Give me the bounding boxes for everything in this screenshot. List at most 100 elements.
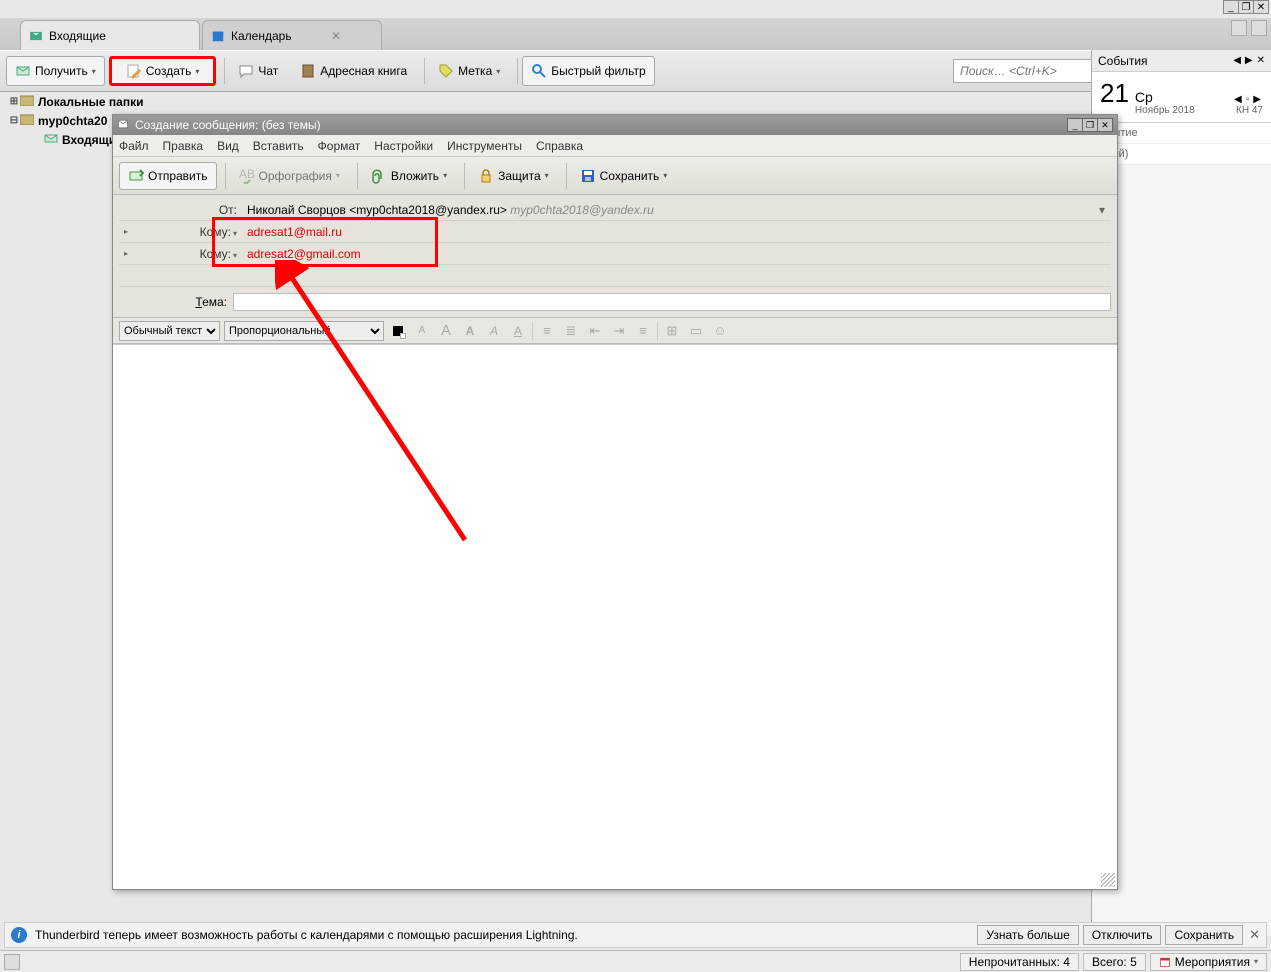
- status-bar: Непрочитанных: 4 Всего: 5 Мероприятия ▾: [0, 950, 1271, 972]
- expand-icon[interactable]: ⊞: [8, 96, 20, 107]
- tab-calendar[interactable]: Календарь ✕: [202, 20, 382, 50]
- collapse-icon[interactable]: ⊟: [8, 115, 20, 126]
- menu-options[interactable]: Настройки: [374, 139, 433, 153]
- align-icon[interactable]: ≡: [633, 321, 653, 341]
- compose-button[interactable]: Создать ▾: [109, 56, 217, 86]
- date-prev-icon[interactable]: ◀: [1234, 94, 1242, 105]
- date-today-icon[interactable]: ◦: [1246, 94, 1250, 105]
- close-button[interactable]: ✕: [1253, 0, 1269, 14]
- agenda-button[interactable]: Мероприятия ▾: [1150, 953, 1267, 971]
- from-label: От:: [133, 203, 243, 217]
- row-expander-icon[interactable]: ▸: [119, 227, 133, 236]
- compose-title-text: Создание сообщения: (без темы): [135, 118, 321, 132]
- menu-tools[interactable]: Инструменты: [447, 139, 522, 153]
- to-label[interactable]: Кому:▾: [133, 225, 243, 239]
- chat-button[interactable]: Чат: [229, 56, 287, 86]
- day-number: 21: [1100, 78, 1129, 109]
- size-up-icon[interactable]: A: [436, 321, 456, 341]
- inbox-icon: [29, 29, 43, 43]
- insert-image-icon[interactable]: ▭: [686, 321, 706, 341]
- addressbook-button[interactable]: Адресная книга: [291, 56, 416, 86]
- close-icon[interactable]: ✕: [1257, 55, 1265, 66]
- tab-inbox[interactable]: Входящие: [20, 20, 200, 50]
- compose-window: Создание сообщения: (без темы) _ ❐ ✕ Фай…: [112, 114, 1118, 890]
- number-list-icon[interactable]: ≣: [561, 321, 581, 341]
- menu-file[interactable]: Файл: [119, 139, 149, 153]
- keep-button[interactable]: Сохранить: [1165, 925, 1243, 945]
- to-label[interactable]: Кому:▾: [133, 247, 243, 261]
- calendar-toggle-icon[interactable]: [1231, 20, 1247, 36]
- text-mode-select[interactable]: Обычный текст: [119, 321, 220, 341]
- menu-help[interactable]: Справка: [536, 139, 583, 153]
- tab-calendar-label: Календарь: [231, 29, 292, 43]
- prev-icon[interactable]: ◀: [1233, 55, 1241, 66]
- date-next-icon[interactable]: ▶: [1253, 94, 1261, 105]
- chat-label: Чат: [258, 64, 278, 78]
- tag-label: Метка: [458, 64, 492, 78]
- infobar-text: Thunderbird теперь имеет возможность раб…: [35, 928, 578, 942]
- next-icon[interactable]: ▶: [1245, 55, 1253, 66]
- local-folders-label: Локальные папки: [38, 95, 144, 109]
- from-row: От: Николай Сворцов <myp0chta2018@yandex…: [119, 199, 1111, 221]
- from-dropdown-icon[interactable]: ▾: [1093, 203, 1111, 217]
- send-button[interactable]: Отправить: [119, 162, 217, 190]
- italic-icon[interactable]: A: [484, 321, 504, 341]
- to-row-empty[interactable]: [119, 265, 1111, 287]
- menu-format[interactable]: Формат: [318, 139, 361, 153]
- compose-window-icon: [117, 118, 131, 132]
- infobar-close-icon[interactable]: ✕: [1249, 927, 1260, 943]
- minimize-button[interactable]: _: [1223, 0, 1239, 14]
- compose-titlebar[interactable]: Создание сообщения: (без темы) _ ❐ ✕: [113, 115, 1117, 135]
- underline-icon[interactable]: A: [508, 321, 528, 341]
- separator: [225, 163, 226, 189]
- learn-more-button[interactable]: Узнать больше: [977, 925, 1078, 945]
- insert-link-icon[interactable]: ⊞: [662, 321, 682, 341]
- row-expander-icon[interactable]: ▸: [119, 249, 133, 258]
- recipient-1[interactable]: adresat1@mail.ru: [243, 225, 1111, 239]
- compose-min-button[interactable]: _: [1067, 118, 1083, 132]
- resize-grip-icon[interactable]: [1101, 873, 1115, 887]
- inbox-label: Входящи: [62, 133, 116, 147]
- dropdown-icon: ▾: [92, 67, 96, 76]
- indent-icon[interactable]: ⇥: [609, 321, 629, 341]
- spell-button[interactable]: ABC Орфография ▾: [230, 162, 349, 190]
- outdent-icon[interactable]: ⇤: [585, 321, 605, 341]
- tab-close-icon[interactable]: ✕: [331, 29, 341, 43]
- window-controls: _ ❐ ✕: [1224, 0, 1269, 14]
- tasks-toggle-icon[interactable]: [1251, 20, 1267, 36]
- disable-button[interactable]: Отключить: [1083, 925, 1162, 945]
- receive-button[interactable]: Получить ▾: [6, 56, 105, 86]
- compose-close-button[interactable]: ✕: [1097, 118, 1113, 132]
- security-label: Защита: [498, 169, 541, 183]
- separator: [424, 58, 425, 84]
- dropdown-icon: ▾: [443, 171, 447, 180]
- size-down-icon[interactable]: A: [412, 321, 432, 341]
- maximize-button[interactable]: ❐: [1238, 0, 1254, 14]
- to-row-1: ▸ Кому:▾ adresat1@mail.ru: [119, 221, 1111, 243]
- menu-edit[interactable]: Правка: [163, 139, 204, 153]
- menu-view[interactable]: Вид: [217, 139, 239, 153]
- local-folders-item[interactable]: ⊞ Локальные папки: [4, 92, 204, 111]
- bold-icon[interactable]: A: [460, 321, 480, 341]
- compose-max-button[interactable]: ❐: [1082, 118, 1098, 132]
- tabrow-right-icons: [1227, 20, 1267, 36]
- activity-icon[interactable]: [4, 954, 20, 970]
- emoji-icon[interactable]: ☺: [710, 321, 730, 341]
- font-select[interactable]: Пропорциональный: [224, 321, 384, 341]
- spell-label: Орфография: [259, 169, 332, 183]
- message-body[interactable]: [113, 344, 1117, 889]
- save-button[interactable]: Сохранить ▾: [571, 162, 677, 190]
- main-toolbar: Получить ▾ Создать ▾ Чат Адресная книга …: [0, 50, 1271, 92]
- from-value[interactable]: Николай Сворцов <myp0chta2018@yandex.ru>…: [243, 203, 1093, 217]
- new-event-row[interactable]: обытие: [1092, 123, 1271, 144]
- bullet-list-icon[interactable]: ≡: [537, 321, 557, 341]
- tag-button[interactable]: Метка ▾: [429, 56, 509, 86]
- subject-input[interactable]: [233, 293, 1111, 311]
- subject-row: Тема:: [113, 287, 1117, 318]
- quickfilter-button[interactable]: Быстрый фильтр: [522, 56, 654, 86]
- security-button[interactable]: Защита ▾: [469, 162, 558, 190]
- menu-insert[interactable]: Вставить: [253, 139, 304, 153]
- recipient-2[interactable]: adresat2@gmail.com: [243, 247, 1111, 261]
- color-icon[interactable]: [388, 321, 408, 341]
- attach-button[interactable]: Вложить ▾: [362, 162, 456, 190]
